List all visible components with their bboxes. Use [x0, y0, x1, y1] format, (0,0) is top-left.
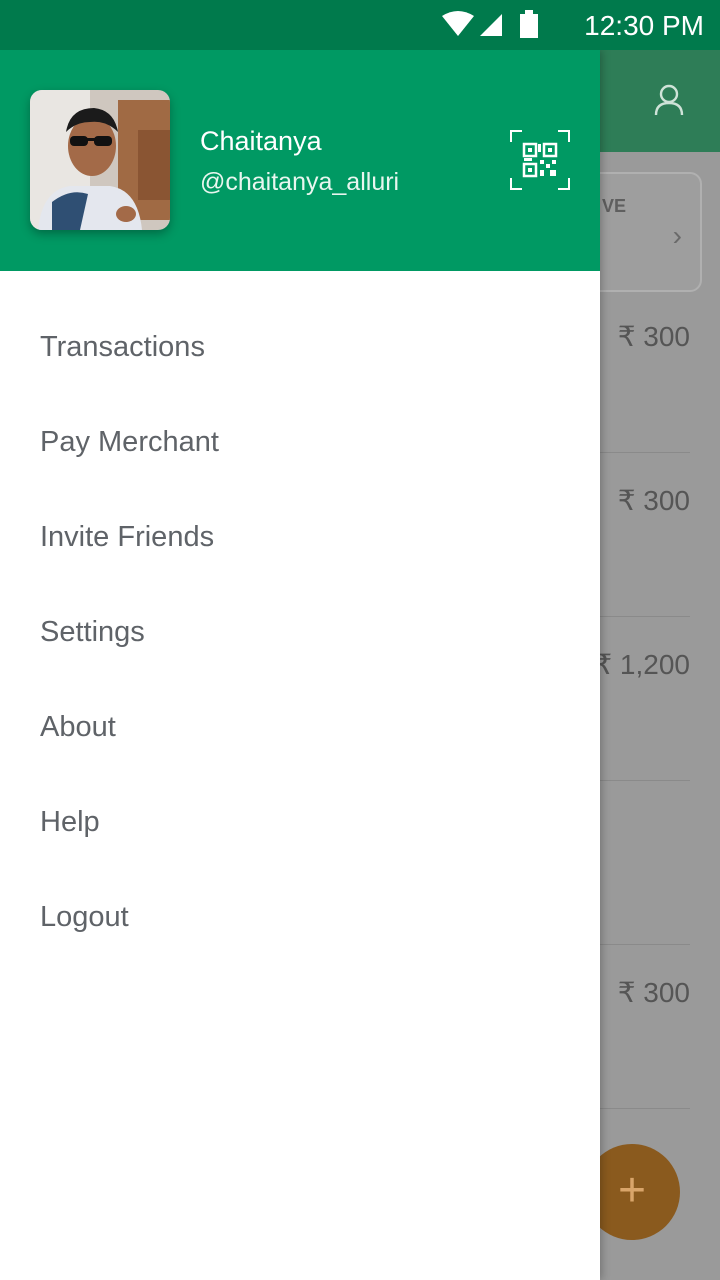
user-name: Chaitanya: [200, 126, 322, 156]
menu-item-about[interactable]: About: [0, 680, 600, 775]
qr-code-icon[interactable]: [510, 130, 570, 190]
avatar-photo: [30, 90, 170, 230]
menu-item-label: Logout: [40, 901, 129, 933]
user-handle: @chaitanya_alluri: [200, 168, 400, 196]
transaction-amount: ₹ 300: [617, 977, 690, 1008]
wifi-icon: [442, 11, 474, 36]
avatar[interactable]: [30, 90, 170, 230]
drawer-header: Chaitanya @chaitanya_alluri: [0, 50, 600, 271]
divider: [600, 1108, 690, 1109]
menu-item-label: Pay Merchant: [40, 426, 219, 458]
transaction-amount: ₹ 300: [617, 485, 690, 516]
menu-item-label: About: [40, 711, 116, 743]
status-time: 12:30 PM: [584, 10, 704, 41]
status-icons: [442, 10, 538, 38]
divider: [600, 616, 690, 617]
menu-item-logout[interactable]: Logout: [0, 870, 600, 965]
menu-item-label: Settings: [40, 616, 145, 648]
profile-icon[interactable]: [654, 84, 684, 116]
divider: [600, 780, 690, 781]
status-bar: 12:30 PM: [0, 0, 720, 50]
navigation-drawer: Chaitanya @chaitanya_alluri Transactions…: [0, 50, 600, 1280]
divider: [600, 944, 690, 945]
menu-item-pay-merchant[interactable]: Pay Merchant: [0, 395, 600, 490]
chevron-right-icon: ›: [672, 220, 682, 251]
drawer-menu: Transactions Pay Merchant Invite Friends…: [0, 300, 600, 965]
signal-icon: [480, 14, 502, 36]
menu-item-invite-friends[interactable]: Invite Friends: [0, 490, 600, 585]
menu-item-label: Invite Friends: [40, 521, 215, 553]
transaction-amount: ₹ 300: [617, 321, 690, 352]
menu-item-settings[interactable]: Settings: [0, 585, 600, 680]
card-label: VE: [602, 196, 627, 216]
menu-item-label: Transactions: [40, 331, 205, 363]
transaction-amount: ₹ 1,200: [594, 649, 690, 680]
menu-item-help[interactable]: Help: [0, 775, 600, 870]
divider: [600, 452, 690, 453]
battery-icon: [520, 10, 538, 38]
menu-item-transactions[interactable]: Transactions: [0, 300, 600, 395]
menu-item-label: Help: [40, 806, 100, 838]
